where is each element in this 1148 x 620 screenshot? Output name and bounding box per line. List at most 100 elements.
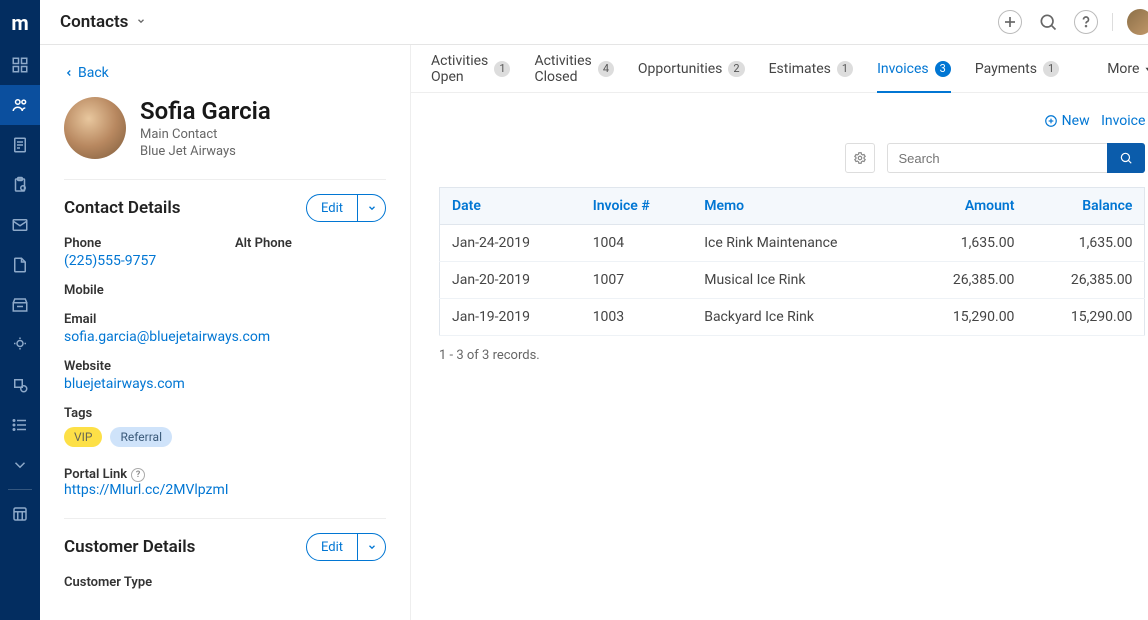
- new-label: New: [1062, 113, 1090, 129]
- list-icon: [11, 416, 29, 434]
- tag-vip[interactable]: VIP: [64, 427, 102, 447]
- chevron-down-icon: [367, 542, 377, 552]
- customer-type-label: Customer Type: [64, 575, 386, 590]
- tag-referral[interactable]: Referral: [110, 427, 172, 447]
- nav-list[interactable]: [0, 405, 40, 445]
- module-chevron-icon[interactable]: [136, 15, 146, 29]
- cell-amount: 26,385.00: [909, 262, 1027, 299]
- chevron-left-icon: [64, 68, 74, 78]
- box-icon: [11, 376, 29, 394]
- nav-reports[interactable]: [0, 365, 40, 405]
- gear-icon: [853, 151, 867, 165]
- global-search-button[interactable]: [1036, 10, 1060, 34]
- tab-badge: 1: [837, 61, 853, 77]
- document-icon: [11, 136, 29, 154]
- nav-mail[interactable]: [0, 205, 40, 245]
- cell-balance: 26,385.00: [1026, 262, 1145, 299]
- globe-icon: [11, 505, 29, 523]
- th-invoice[interactable]: Invoice #: [581, 188, 693, 225]
- chevron-down-icon: [367, 203, 377, 213]
- cell-date: Jan-19-2019: [440, 299, 581, 336]
- tab-label: Payments: [975, 61, 1037, 77]
- edit-customer-dropdown[interactable]: [357, 534, 385, 560]
- store-icon: [11, 296, 29, 314]
- sidebar: m: [0, 0, 40, 620]
- tab-opportunities[interactable]: Opportunities 2: [638, 45, 745, 92]
- tabs-more[interactable]: More: [1107, 61, 1148, 77]
- th-balance[interactable]: Balance: [1026, 188, 1145, 225]
- nav-documents[interactable]: [0, 125, 40, 165]
- nav-settings[interactable]: [0, 325, 40, 365]
- customer-details-title: Customer Details: [64, 537, 195, 557]
- tab-label: Invoices: [877, 61, 929, 77]
- tab-estimates[interactable]: Estimates 1: [769, 45, 853, 92]
- cell-invoice: 1004: [581, 225, 693, 262]
- plus-icon: [1000, 12, 1020, 32]
- cell-amount: 15,290.00: [909, 299, 1027, 336]
- tab-invoices[interactable]: Invoices 3: [877, 45, 951, 92]
- portal-label: Portal Link: [64, 467, 127, 482]
- tab-label: Activities Open: [431, 53, 488, 85]
- portal-label-row: Portal Link ?: [64, 467, 386, 482]
- cell-invoice: 1007: [581, 262, 693, 299]
- table-row[interactable]: Jan-19-2019 1003 Backyard Ice Rink 15,29…: [440, 299, 1145, 336]
- invoice-label: Invoice: [1101, 113, 1145, 129]
- website-value[interactable]: bluejetairways.com: [64, 376, 386, 392]
- add-button[interactable]: [998, 10, 1022, 34]
- search-icon: [1119, 151, 1133, 165]
- cell-date: Jan-24-2019: [440, 225, 581, 262]
- sidebar-divider: [8, 489, 32, 490]
- tabs-bar: Activities Open 1 Activities Closed 4 Op…: [411, 45, 1148, 93]
- th-date[interactable]: Date: [440, 188, 581, 225]
- nav-contacts[interactable]: [0, 85, 40, 125]
- portal-help-icon[interactable]: ?: [131, 468, 145, 482]
- table-settings-button[interactable]: [845, 143, 875, 173]
- tags-label: Tags: [64, 406, 386, 421]
- contact-company: Blue Jet Airways: [140, 144, 271, 159]
- triangle-down-icon: [1143, 64, 1148, 74]
- right-pane: Activities Open 1 Activities Closed 4 Op…: [410, 45, 1148, 620]
- edit-customer-button-group: Edit: [306, 533, 386, 561]
- nav-clipboard[interactable]: [0, 165, 40, 205]
- new-invoice-link[interactable]: New Invoice: [439, 113, 1145, 129]
- edit-contact-dropdown[interactable]: [357, 195, 385, 221]
- portal-value[interactable]: https://MIurl.cc/2MVlpzmI: [64, 482, 386, 498]
- table-row[interactable]: Jan-20-2019 1007 Musical Ice Rink 26,385…: [440, 262, 1145, 299]
- th-amount[interactable]: Amount: [909, 188, 1027, 225]
- topbar: Contacts: [40, 0, 1148, 45]
- tab-label: Opportunities: [638, 61, 723, 77]
- invoice-search-button[interactable]: [1107, 143, 1145, 173]
- clipboard-icon: [11, 176, 29, 194]
- lightbulb-icon: [11, 336, 29, 354]
- nav-expand[interactable]: [0, 445, 40, 485]
- table-row[interactable]: Jan-24-2019 1004 Ice Rink Maintenance 1,…: [440, 225, 1145, 262]
- nav-file[interactable]: [0, 245, 40, 285]
- module-name[interactable]: Contacts: [60, 12, 128, 32]
- users-icon: [11, 96, 29, 114]
- more-label: More: [1107, 61, 1139, 77]
- back-link[interactable]: Back: [64, 65, 109, 81]
- mail-icon: [11, 216, 29, 234]
- edit-customer-button[interactable]: Edit: [307, 534, 357, 560]
- cell-amount: 1,635.00: [909, 225, 1027, 262]
- app-logo[interactable]: m: [0, 0, 40, 45]
- search-icon: [1038, 12, 1058, 32]
- th-memo[interactable]: Memo: [692, 188, 908, 225]
- user-avatar[interactable]: [1127, 9, 1148, 35]
- tab-activities-open[interactable]: Activities Open 1: [431, 45, 510, 92]
- edit-contact-button[interactable]: Edit: [307, 195, 357, 221]
- topbar-separator: [1112, 13, 1113, 31]
- nav-web[interactable]: [0, 494, 40, 534]
- tab-badge: 1: [1043, 61, 1059, 77]
- phone-value[interactable]: (225)555-9757: [64, 253, 215, 269]
- tab-label: Activities Closed: [534, 53, 591, 85]
- nav-store[interactable]: [0, 285, 40, 325]
- cell-memo: Musical Ice Rink: [692, 262, 908, 299]
- nav-dashboard[interactable]: [0, 45, 40, 85]
- tab-label: Estimates: [769, 61, 831, 77]
- invoice-search-input[interactable]: [887, 143, 1107, 173]
- help-button[interactable]: [1074, 10, 1098, 34]
- tab-payments[interactable]: Payments 1: [975, 45, 1059, 92]
- email-value[interactable]: sofia.garcia@bluejetairways.com: [64, 329, 386, 345]
- tab-activities-closed[interactable]: Activities Closed 4: [534, 45, 613, 92]
